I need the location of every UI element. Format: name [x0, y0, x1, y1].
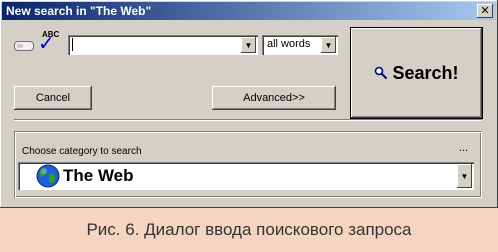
advanced-label: Advanced>>: [243, 92, 305, 104]
chevron-down-icon[interactable]: ▼: [457, 164, 472, 188]
category-value-label: The Web: [63, 166, 134, 185]
match-mode-value: all words: [267, 38, 311, 50]
divider: [14, 119, 482, 121]
spellcheck-icon[interactable]: ABC ✓: [38, 28, 66, 56]
title-bar[interactable]: New search in "The Web" ✕: [2, 2, 496, 20]
search-button[interactable]: Search!: [351, 28, 482, 118]
globe-icon: [36, 164, 60, 188]
text-cursor: [72, 38, 73, 51]
search-query-combobox[interactable]: ▼: [68, 35, 258, 55]
close-icon: ✕: [480, 4, 490, 17]
eraser-icon[interactable]: [14, 41, 34, 51]
category-select[interactable]: The Web ▼: [18, 162, 474, 190]
match-mode-select[interactable]: all words ▼: [262, 35, 338, 55]
magnifier-icon: [375, 66, 388, 80]
search-label: Search!: [392, 62, 459, 83]
advanced-button[interactable]: Advanced>>: [212, 86, 336, 110]
chevron-down-icon[interactable]: ▼: [241, 37, 256, 53]
search-dialog: New search in "The Web" ✕ ABC ✓ ▼ all wo…: [0, 0, 498, 208]
close-button[interactable]: ✕: [477, 4, 493, 18]
checkmark-icon: ✓: [38, 33, 55, 55]
cancel-button[interactable]: Cancel: [14, 86, 92, 110]
category-label: Choose category to search: [22, 146, 142, 157]
figure-caption: Рис. 6. Диалог ввода поискового запроса: [86, 220, 412, 239]
category-more-button[interactable]: ...: [459, 142, 468, 154]
window-title: New search in "The Web": [6, 4, 152, 18]
category-value: The Web: [36, 164, 134, 188]
cancel-label: Cancel: [35, 92, 71, 104]
chevron-down-icon[interactable]: ▼: [321, 37, 336, 53]
